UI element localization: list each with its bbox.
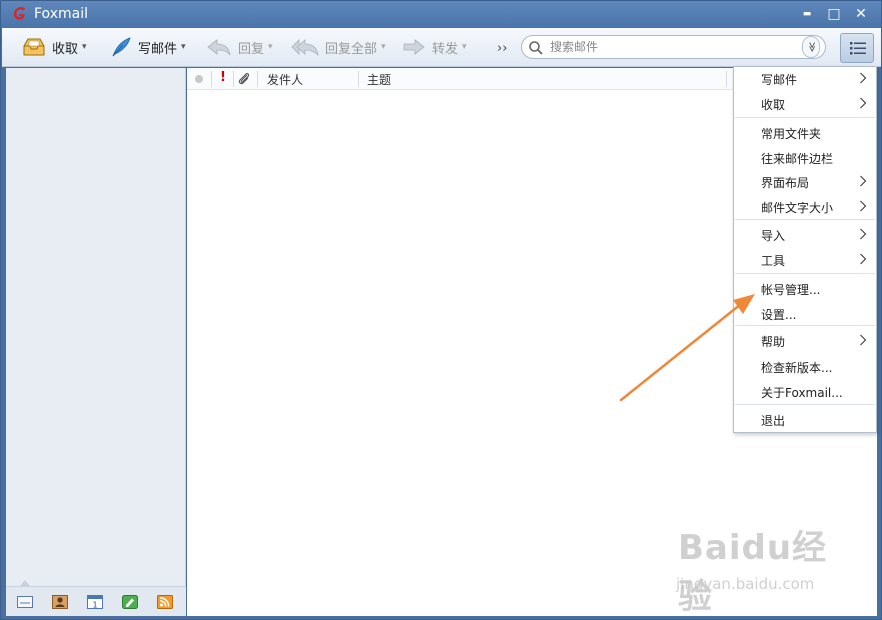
column-separator xyxy=(726,71,727,87)
watermark-brand: Baidu经验 xyxy=(678,528,828,617)
menu-item-label: 收取 xyxy=(761,98,786,112)
main-toolbar: 收取 ▾ 写邮件 ▾ 回复 ▾ 回复全部 ▾ 转发 ▾ ›› 搜索邮件 ≫ xyxy=(2,28,881,67)
annotation-arrow xyxy=(619,294,755,402)
active-module-pointer xyxy=(20,580,30,586)
menu-separator xyxy=(735,117,875,118)
column-separator xyxy=(257,71,258,87)
receive-dropdown-icon[interactable]: ▾ xyxy=(82,42,87,52)
menu-item-label: 往来邮件边栏 xyxy=(761,152,834,166)
compose-dropdown-icon[interactable]: ▾ xyxy=(181,42,186,52)
menu-list-icon xyxy=(850,42,866,55)
search-box: ≫ xyxy=(521,35,826,59)
menu-item-label: 关于Foxmail... xyxy=(761,386,843,400)
module-switcher: 1 xyxy=(6,580,186,616)
foxmail-logo-icon xyxy=(13,7,25,20)
submenu-chevron-icon xyxy=(860,334,867,346)
menu-item-label: 常用文件夹 xyxy=(761,127,822,141)
menu-item-label: 导入 xyxy=(761,229,786,243)
receive-label: 收取 xyxy=(52,41,79,57)
menu-item-exit[interactable]: 退出 xyxy=(734,408,876,432)
menu-item-label: 检查新版本... xyxy=(761,361,833,375)
submenu-chevron-icon xyxy=(860,253,867,265)
feather-pen-icon xyxy=(112,37,131,57)
menu-item-label: 界面布局 xyxy=(761,176,810,190)
menu-item-import[interactable]: 导入 xyxy=(734,223,876,247)
search-icon xyxy=(529,41,543,55)
menu-item-label: 退出 xyxy=(761,414,786,428)
forward-label: 转发 xyxy=(432,41,459,57)
calendar-module-icon[interactable]: 1 xyxy=(87,595,103,609)
reply-dropdown-icon[interactable]: ▾ xyxy=(268,42,273,52)
column-separator xyxy=(358,71,359,87)
submenu-chevron-icon xyxy=(860,97,867,109)
mail-module-icon[interactable] xyxy=(17,595,33,609)
menu-item-correspondence-sidebar[interactable]: 往来邮件边栏 xyxy=(734,146,876,170)
submenu-chevron-icon xyxy=(860,228,867,240)
submenu-chevron-icon xyxy=(860,72,867,84)
inbox-tray-icon xyxy=(23,38,45,56)
toolbar-overflow-button[interactable]: ›› xyxy=(497,37,507,59)
rss-module-icon[interactable] xyxy=(157,595,173,609)
reply-all-dropdown-icon[interactable]: ▾ xyxy=(381,42,386,52)
menu-item-tools[interactable]: 工具 xyxy=(734,248,876,272)
submenu-chevron-icon xyxy=(860,200,867,212)
forward-dropdown-icon[interactable]: ▾ xyxy=(462,42,467,52)
baidu-watermark: Baidu经验 jingyan.baidu.com xyxy=(672,520,842,617)
title-bar: Foxmail ▬ □ ✕ xyxy=(1,1,881,28)
folder-sidebar: 1 xyxy=(6,68,186,616)
menu-item-compose[interactable]: 写邮件 xyxy=(734,67,876,91)
reply-label: 回复 xyxy=(238,41,265,57)
reply-button[interactable]: 回复 ▾ xyxy=(206,36,273,58)
search-options-button[interactable]: ≫ xyxy=(802,36,820,58)
app-title: Foxmail xyxy=(34,6,88,22)
attachment-column-icon[interactable] xyxy=(237,71,251,86)
forward-button[interactable]: 转发 ▾ xyxy=(402,36,467,58)
compose-label: 写邮件 xyxy=(138,41,178,57)
compose-button[interactable]: 写邮件 ▾ xyxy=(110,36,186,58)
reply-arrow-icon xyxy=(207,39,231,56)
column-separator xyxy=(233,71,234,87)
menu-item-layout[interactable]: 界面布局 xyxy=(734,170,876,194)
menu-item-label: 帐号管理... xyxy=(761,283,821,297)
reply-all-label: 回复全部 xyxy=(325,41,378,57)
minimize-button[interactable]: ▬ xyxy=(797,5,817,23)
notes-module-icon[interactable] xyxy=(122,595,138,609)
reply-all-button[interactable]: 回复全部 ▾ xyxy=(291,36,386,58)
receive-button[interactable]: 收取 ▾ xyxy=(22,36,87,58)
menu-item-label: 工具 xyxy=(761,254,786,268)
menu-item-label: 设置... xyxy=(761,308,797,322)
close-button[interactable]: ✕ xyxy=(851,5,871,23)
maximize-button[interactable]: □ xyxy=(824,5,844,23)
menu-item-receive[interactable]: 收取 xyxy=(734,92,876,116)
search-input[interactable] xyxy=(550,38,790,56)
reply-all-arrow-icon xyxy=(291,39,319,56)
menu-item-label: 邮件文字大小 xyxy=(761,201,834,215)
forward-arrow-icon xyxy=(403,39,425,55)
priority-column-icon[interactable]: ! xyxy=(220,70,226,85)
menu-item-label: 写邮件 xyxy=(761,73,798,87)
column-separator xyxy=(211,71,212,87)
read-status-column-icon[interactable] xyxy=(195,75,203,83)
main-menu-button[interactable] xyxy=(840,33,874,63)
svg-text:1: 1 xyxy=(92,601,97,610)
watermark-url: jingyan.baidu.com xyxy=(676,575,815,593)
submenu-chevron-icon xyxy=(860,175,867,187)
subject-column-header[interactable]: 主题 xyxy=(367,71,391,88)
sender-column-header[interactable]: 发件人 xyxy=(267,71,303,88)
menu-item-font-size[interactable]: 邮件文字大小 xyxy=(734,195,876,219)
menu-item-favorites[interactable]: 常用文件夹 xyxy=(734,121,876,145)
menu-separator xyxy=(735,273,875,274)
menu-separator xyxy=(735,219,875,220)
contacts-module-icon[interactable] xyxy=(52,595,68,609)
